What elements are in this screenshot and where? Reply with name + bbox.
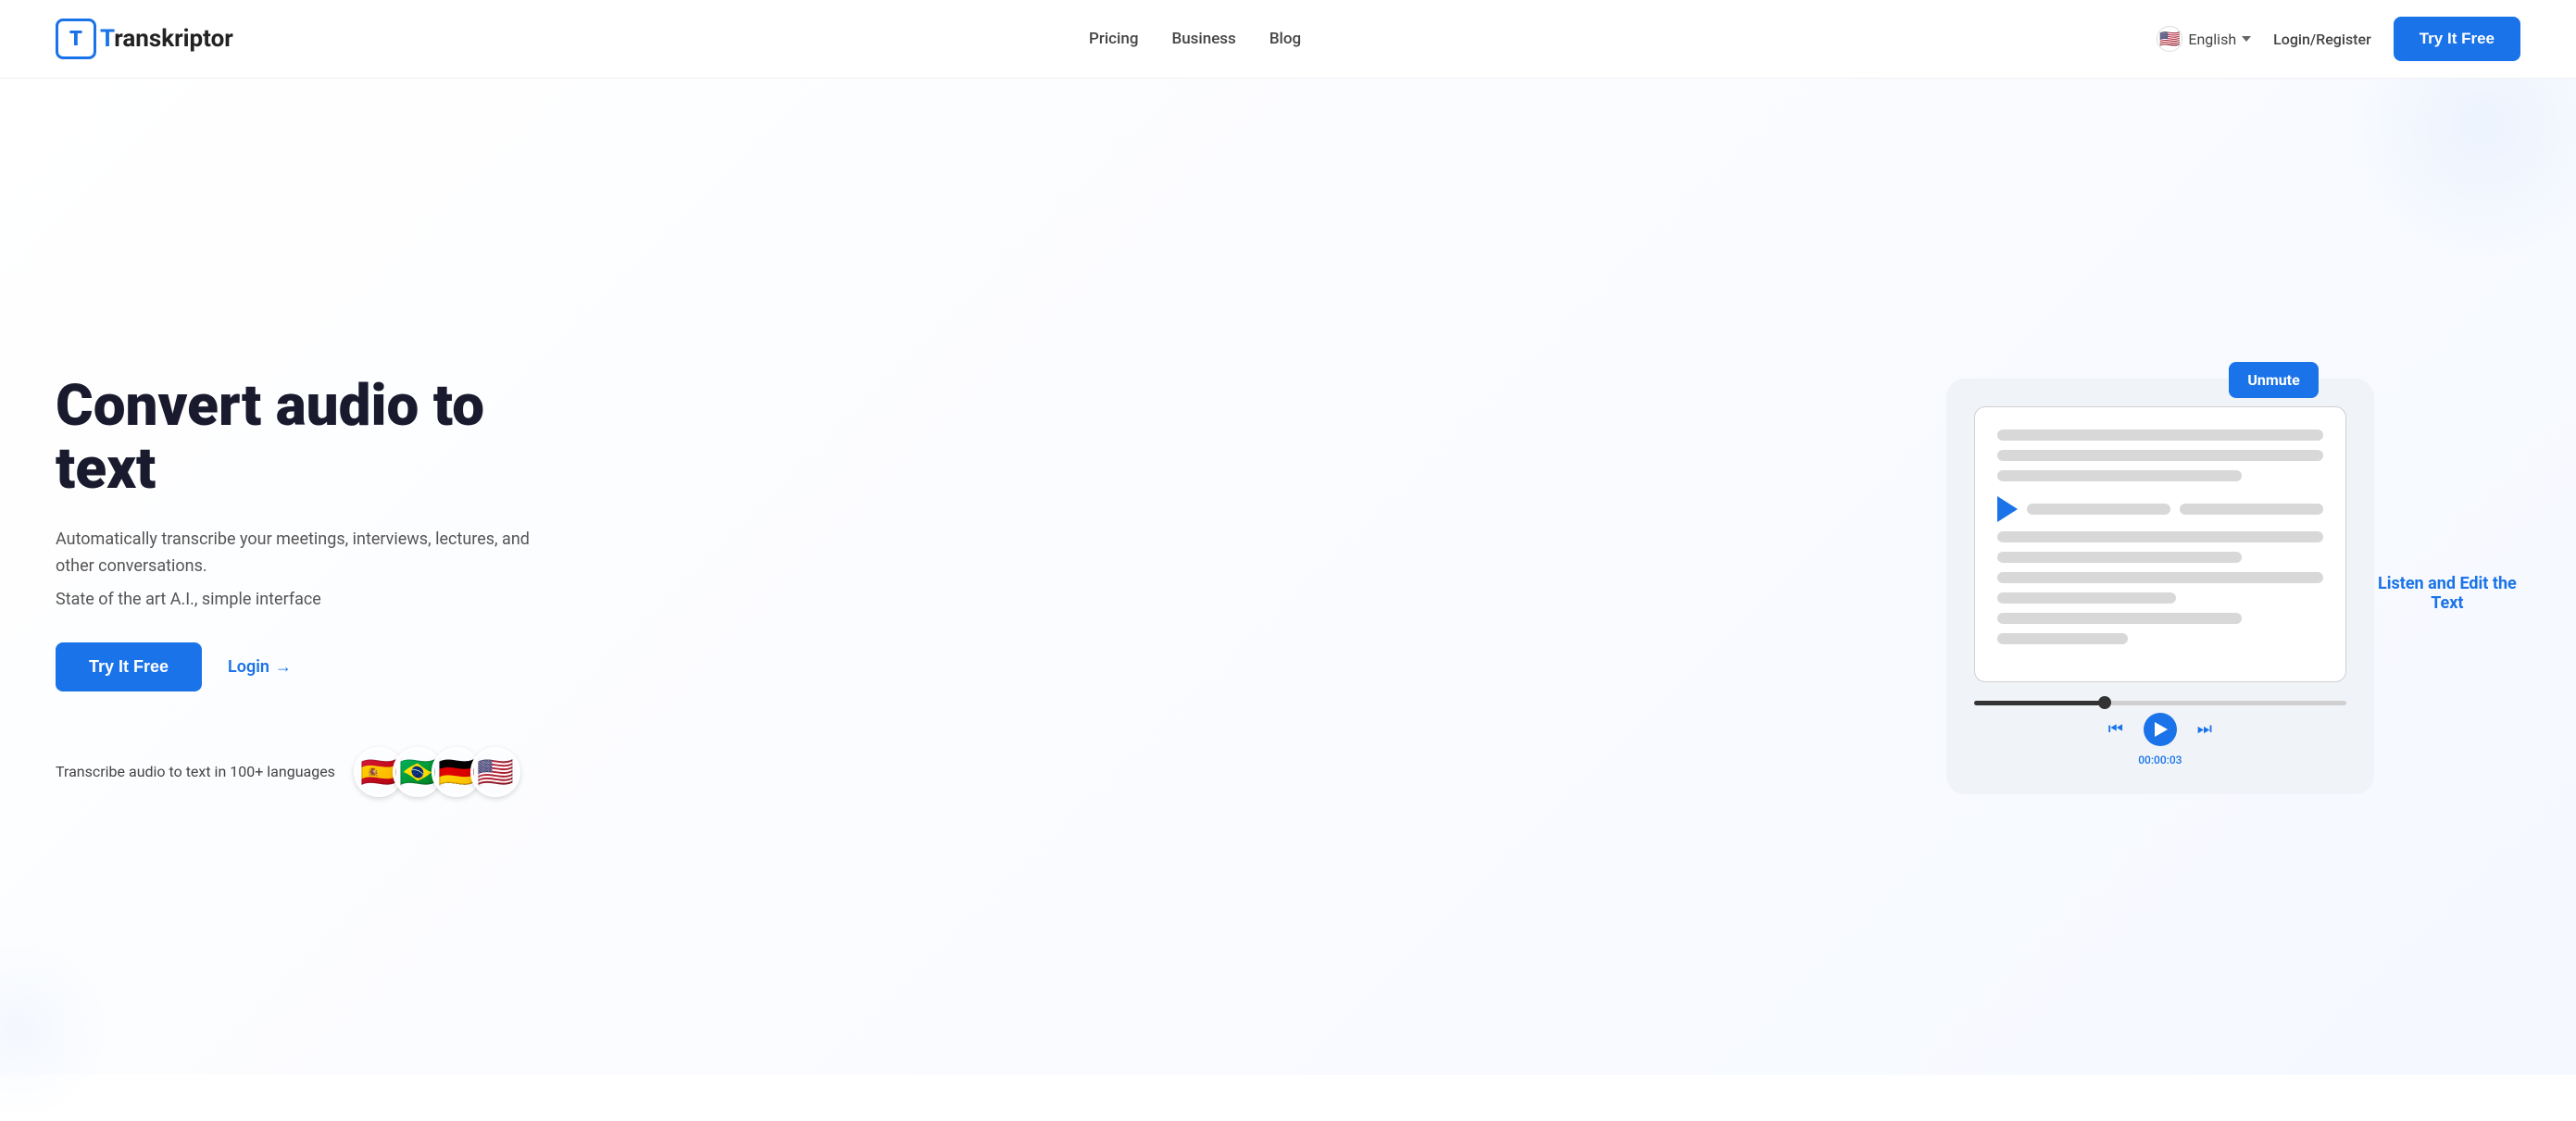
navbar: T Transkriptor Pricing Business Blog 🇺🇸 …: [0, 0, 2576, 79]
text-line: [1997, 430, 2323, 441]
us-flag-icon: 🇺🇸: [2157, 26, 2182, 52]
logo-icon: T: [56, 19, 96, 59]
play-icon: [2155, 722, 2168, 737]
text-line: [1997, 450, 2323, 461]
text-line: [1997, 633, 2128, 644]
progress-track: [1974, 701, 2346, 705]
play-button[interactable]: [2144, 713, 2177, 746]
nav-links: Pricing Business Blog: [1089, 30, 1301, 48]
arrow-right-icon: →: [275, 657, 292, 677]
logo[interactable]: T Transkriptor: [56, 19, 233, 59]
bg-decoration-2: [0, 936, 111, 1121]
nav-business[interactable]: Business: [1171, 30, 1235, 48]
text-line: [2180, 504, 2323, 515]
text-line: [1997, 613, 2242, 624]
flag-circles: 🇪🇸 🇧🇷 🇩🇪 🇺🇸: [354, 747, 520, 797]
text-line: [1997, 531, 2323, 542]
nav-blog[interactable]: Blog: [1269, 30, 1301, 48]
languages-section: Transcribe audio to text in 100+ languag…: [56, 747, 556, 797]
nav-pricing[interactable]: Pricing: [1089, 30, 1139, 48]
audio-player: ⏮ ⏭ 00:00:03: [1974, 701, 2346, 766]
unmute-badge[interactable]: Unmute: [2229, 362, 2318, 398]
login-register-link[interactable]: Login/Register: [2273, 31, 2371, 48]
language-label: English: [2188, 31, 2236, 48]
hero-try-free-button[interactable]: Try It Free: [56, 642, 202, 691]
chevron-down-icon: [2242, 36, 2251, 42]
text-line: [1997, 572, 2323, 583]
edit-caption: Listen and Edit the Text: [2374, 574, 2520, 613]
text-lines-top: [1997, 430, 2323, 481]
player-controls: ⏮ ⏭: [2101, 713, 2220, 746]
play-triangle-icon: [1997, 496, 2018, 522]
login-label: Login: [228, 657, 269, 677]
hero-login-link[interactable]: Login →: [228, 657, 292, 677]
illustration-container: Unmute: [1946, 379, 2374, 794]
text-line: [1997, 592, 2176, 604]
text-line: [1997, 552, 2242, 563]
language-selector[interactable]: 🇺🇸 English: [2157, 26, 2251, 52]
flag-usa: 🇺🇸: [470, 747, 520, 797]
hero-left: Convert audio to text Automatically tran…: [56, 375, 593, 797]
fast-forward-button[interactable]: ⏭: [2190, 715, 2220, 744]
progress-fill: [1974, 701, 2105, 705]
text-line: [2027, 504, 2170, 515]
hero-subtitle2: State of the art A.I., simple interface: [56, 590, 556, 609]
hero-section: Convert audio to text Automatically tran…: [0, 79, 2576, 1075]
transcript-card: [1974, 406, 2346, 682]
progress-handle[interactable]: [2098, 696, 2111, 709]
timestamp: 00:00:03: [2138, 754, 2182, 766]
progress-bar-container[interactable]: [1974, 701, 2346, 705]
logo-text: Transkriptor: [100, 25, 233, 53]
hero-right: Unmute: [1946, 379, 2520, 794]
rewind-button[interactable]: ⏮: [2101, 715, 2131, 744]
nav-right: 🇺🇸 English Login/Register Try It Free: [2157, 17, 2520, 61]
play-indicator: [1997, 496, 2323, 522]
nav-try-free-button[interactable]: Try It Free: [2394, 17, 2520, 61]
hero-subtitle: Automatically transcribe your meetings, …: [56, 527, 556, 580]
languages-text: Transcribe audio to text in 100+ languag…: [56, 763, 335, 780]
text-lines-bottom: [1997, 531, 2323, 644]
hero-actions: Try It Free Login →: [56, 642, 556, 691]
hero-title: Convert audio to text: [56, 375, 556, 501]
text-line: [1997, 470, 2242, 481]
